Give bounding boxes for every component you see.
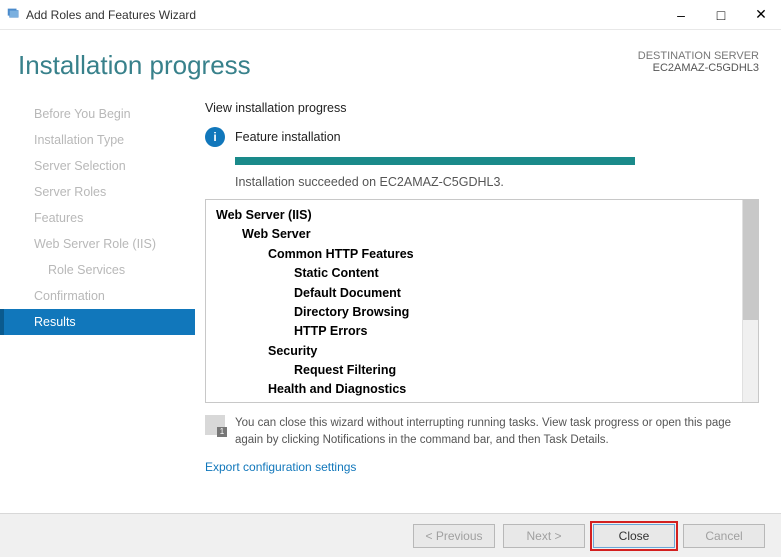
- tree-node: Default Document: [294, 284, 732, 303]
- page-title: Installation progress: [18, 50, 251, 81]
- minimize-button[interactable]: –: [661, 0, 701, 30]
- note-text: You can close this wizard without interr…: [235, 415, 759, 448]
- sidebar-item-confirmation: Confirmation: [0, 283, 195, 309]
- export-configuration-link[interactable]: Export configuration settings: [205, 460, 759, 474]
- tree-node: Common HTTP Features: [268, 245, 732, 264]
- close-button[interactable]: Close: [593, 524, 675, 548]
- tree-node: Security: [268, 342, 732, 361]
- tree-node: Web Server: [242, 225, 732, 244]
- close-window-button[interactable]: ✕: [741, 0, 781, 30]
- previous-button: < Previous: [413, 524, 495, 548]
- sidebar-item-server-roles: Server Roles: [0, 179, 195, 205]
- destination-server: EC2AMAZ-C5GDHL3: [638, 62, 759, 74]
- sidebar-item-features: Features: [0, 205, 195, 231]
- window-title: Add Roles and Features Wizard: [26, 8, 196, 22]
- feature-label: Feature installation: [235, 130, 341, 144]
- tree-node: Request Filtering: [294, 361, 732, 380]
- tree-node: Health and Diagnostics: [268, 380, 732, 399]
- footer: < Previous Next > Close Cancel: [0, 513, 781, 557]
- scrollbar[interactable]: [742, 200, 758, 402]
- sidebar-item-web-server-role: Web Server Role (IIS): [0, 231, 195, 257]
- sidebar-item-role-services: Role Services: [0, 257, 195, 283]
- sidebar-item-before-you-begin: Before You Begin: [0, 101, 195, 127]
- tree-node: HTTP Errors: [294, 322, 732, 341]
- results-tree: Web Server (IIS)Web ServerCommon HTTP Fe…: [205, 199, 759, 403]
- sidebar-item-results[interactable]: Results: [0, 309, 195, 335]
- main-content: View installation progress i Feature ins…: [195, 95, 781, 474]
- status-text: Installation succeeded on EC2AMAZ-C5GDHL…: [235, 175, 759, 189]
- scroll-thumb[interactable]: [743, 200, 758, 320]
- sidebar-item-installation-type: Installation Type: [0, 127, 195, 153]
- titlebar: Add Roles and Features Wizard – □ ✕: [0, 0, 781, 30]
- sidebar: Before You Begin Installation Type Serve…: [0, 95, 195, 474]
- sidebar-item-server-selection: Server Selection: [0, 153, 195, 179]
- destination-info: DESTINATION SERVER EC2AMAZ-C5GDHL3: [638, 50, 759, 81]
- app-icon: [6, 6, 20, 23]
- maximize-button[interactable]: □: [701, 0, 741, 30]
- header: Installation progress DESTINATION SERVER…: [0, 30, 781, 89]
- notification-flag-icon: [205, 415, 225, 435]
- destination-label: DESTINATION SERVER: [638, 50, 759, 62]
- tree-node: Web Server (IIS): [216, 206, 732, 225]
- tree-node: Static Content: [294, 264, 732, 283]
- section-title: View installation progress: [205, 101, 759, 115]
- info-icon: i: [205, 127, 225, 147]
- progress-bar: [235, 157, 635, 165]
- tree-node: HTTP Logging: [294, 400, 732, 402]
- tree-node: Directory Browsing: [294, 303, 732, 322]
- next-button: Next >: [503, 524, 585, 548]
- cancel-button: Cancel: [683, 524, 765, 548]
